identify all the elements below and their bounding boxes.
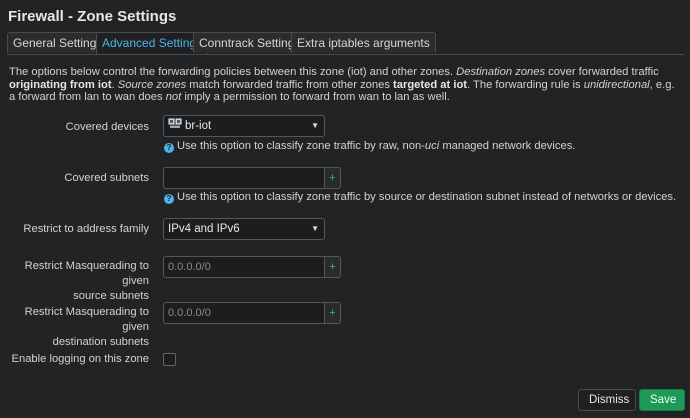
covered-subnets-hint: ? Use this option to classify zone traffi… — [164, 191, 676, 204]
help-icon: ? — [164, 143, 174, 153]
logging-label: Enable logging on this zone — [11, 353, 149, 365]
masq-src-input[interactable] — [163, 256, 325, 278]
tab-general-settings[interactable]: General Settings — [7, 32, 109, 53]
covered-devices-select[interactable]: br-iot ▼ — [163, 115, 325, 137]
masq-src-label: Restrict Masquerading to given source su… — [24, 260, 149, 302]
address-family-value: IPv4 and IPv6 — [168, 223, 240, 235]
covered-subnets-label: Covered subnets — [64, 172, 149, 184]
address-family-label: Restrict to address family — [23, 223, 149, 235]
masq-dest-add-button[interactable]: + — [325, 302, 341, 324]
page-title: Firewall - Zone Settings — [8, 8, 177, 25]
chevron-down-icon: ▼ — [311, 224, 319, 233]
masq-dest-label: Restrict Masquerading to given destinati… — [24, 306, 149, 348]
covered-subnets-input[interactable] — [163, 167, 325, 189]
tab-conntrack-settings[interactable]: Conntrack Settings — [193, 32, 307, 53]
save-button[interactable]: Save — [639, 389, 685, 411]
masq-dest-input[interactable] — [163, 302, 325, 324]
masq-src-add-button[interactable]: + — [325, 256, 341, 278]
covered-devices-value: br-iot — [185, 120, 212, 133]
help-icon: ? — [164, 194, 174, 204]
address-family-select[interactable]: IPv4 and IPv6 ▼ — [163, 218, 325, 240]
tab-extra-iptables-arguments[interactable]: Extra iptables arguments — [291, 32, 436, 53]
logging-checkbox[interactable] — [163, 353, 176, 366]
dismiss-button[interactable]: Dismiss — [578, 389, 636, 411]
network-device-icon — [168, 116, 182, 136]
covered-devices-hint: ? Use this option to classify zone traffi… — [164, 140, 575, 153]
chevron-down-icon: ▼ — [311, 121, 319, 130]
covered-devices-label: Covered devices — [65, 121, 149, 133]
section-description: The options below control the forwarding… — [9, 66, 675, 103]
tab-advanced-settings[interactable]: Advanced Settings — [96, 32, 209, 54]
covered-subnets-add-button[interactable]: + — [325, 167, 341, 189]
tab-bar: General Settings Advanced Settings Connt… — [7, 32, 684, 55]
